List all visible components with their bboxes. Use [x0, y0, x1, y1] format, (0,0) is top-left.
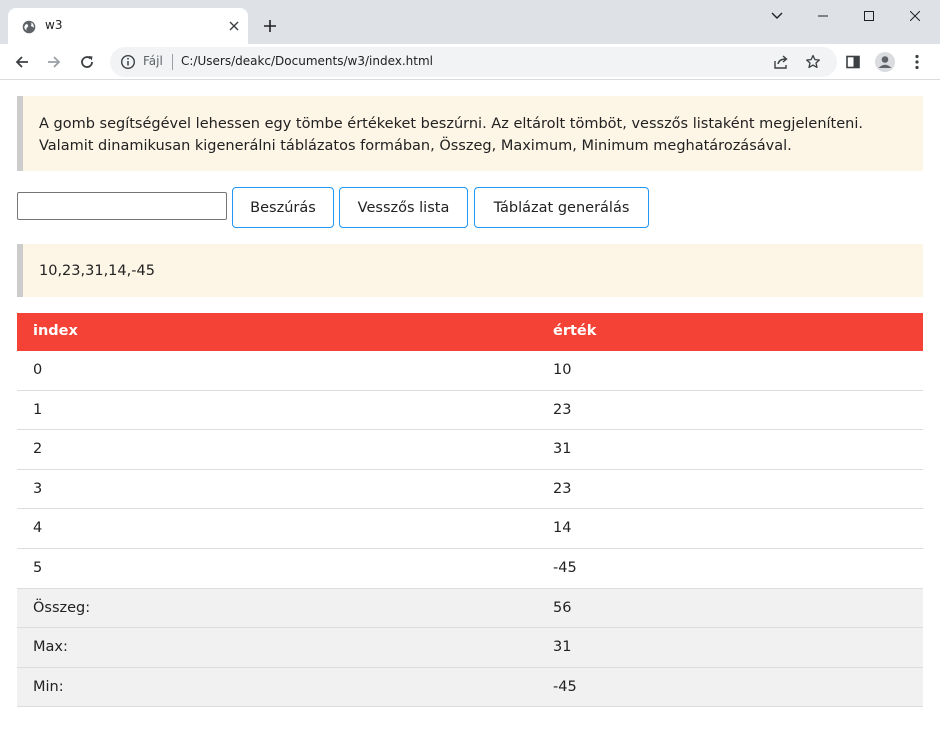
scheme-label: Fájl — [143, 54, 163, 68]
browser-tab[interactable]: w3 — [8, 8, 248, 44]
globe-icon — [22, 19, 36, 34]
close-tab-icon[interactable] — [225, 17, 243, 35]
row-index: 0 — [33, 362, 43, 378]
bookmark-star-icon[interactable] — [802, 51, 824, 73]
url-text[interactable]: C:/Users/deakc/Documents/w3/index.html — [181, 54, 433, 68]
profile-avatar-icon[interactable] — [871, 48, 899, 76]
min-value: -45 — [553, 678, 577, 695]
comma-list-button[interactable]: Vesszős lista — [339, 187, 468, 228]
row-value: 10 — [553, 362, 572, 378]
row-index: 1 — [33, 401, 43, 418]
table-row: 5 -45 — [17, 549, 923, 589]
insert-button[interactable]: Beszúrás — [232, 187, 334, 228]
minimize-icon[interactable] — [800, 0, 846, 32]
max-value: 31 — [553, 639, 572, 656]
address-separator — [172, 54, 173, 70]
description-panel: A gomb segítségével lehessen egy tömbe é… — [17, 96, 923, 171]
tab-title: w3 — [45, 18, 63, 32]
reload-icon[interactable] — [73, 48, 101, 76]
table-row: 0 10 — [17, 351, 923, 391]
sum-label: Összeg: — [33, 599, 91, 616]
description-line-1: A gomb segítségével lehessen egy tömbe é… — [39, 116, 863, 132]
browser-toolbar: Fájl C:/Users/deakc/Documents/w3/index.h… — [0, 44, 940, 80]
generate-table-button[interactable]: Táblázat generálás — [474, 187, 649, 228]
max-row: Max: 31 — [17, 628, 923, 668]
table-header-row: index érték — [17, 313, 923, 351]
description-line-2: Valamit dinamikusan kigenerálni táblázat… — [39, 138, 792, 154]
table-row: 2 31 — [17, 430, 923, 470]
new-tab-icon[interactable] — [258, 14, 282, 38]
values-table: index érték 0 10 1 23 2 31 3 23 4 14 5 -… — [17, 313, 923, 708]
page-content: A gomb segítségével lehessen egy tömbe é… — [0, 81, 940, 738]
list-output-panel: 10,23,31,14,-45 — [17, 244, 923, 297]
row-index: 4 — [33, 520, 43, 537]
min-row: Min: -45 — [17, 667, 923, 708]
row-value: -45 — [553, 559, 577, 576]
address-bar[interactable]: Fájl C:/Users/deakc/Documents/w3/index.h… — [110, 47, 837, 77]
tab-strip: w3 — [0, 0, 940, 44]
info-icon[interactable] — [120, 54, 136, 70]
list-output-text: 10,23,31,14,-45 — [39, 263, 155, 279]
value-input[interactable] — [17, 192, 227, 220]
row-value: 31 — [553, 441, 572, 458]
maximize-icon[interactable] — [846, 0, 892, 32]
row-value: 23 — [553, 480, 572, 497]
close-window-icon[interactable] — [892, 0, 938, 32]
table-row: 4 14 — [17, 509, 923, 549]
side-panel-icon[interactable] — [839, 48, 867, 76]
back-arrow-icon[interactable] — [8, 48, 36, 76]
share-icon[interactable] — [770, 51, 792, 73]
row-value: 14 — [553, 520, 572, 537]
header-value: érték — [553, 323, 597, 339]
tab-search-chevron-icon[interactable] — [754, 0, 800, 32]
row-index: 2 — [33, 441, 43, 458]
min-label: Min: — [33, 678, 64, 695]
max-label: Max: — [33, 639, 68, 656]
more-menu-icon[interactable] — [903, 48, 931, 76]
table-row: 1 23 — [17, 391, 923, 431]
forward-arrow-icon[interactable] — [40, 48, 68, 76]
row-index: 3 — [33, 480, 43, 497]
row-index: 5 — [33, 559, 43, 576]
table-row: 3 23 — [17, 470, 923, 510]
sum-row: Összeg: 56 — [17, 588, 923, 629]
sum-value: 56 — [553, 599, 572, 616]
row-value: 23 — [553, 401, 572, 418]
header-index: index — [33, 323, 78, 339]
